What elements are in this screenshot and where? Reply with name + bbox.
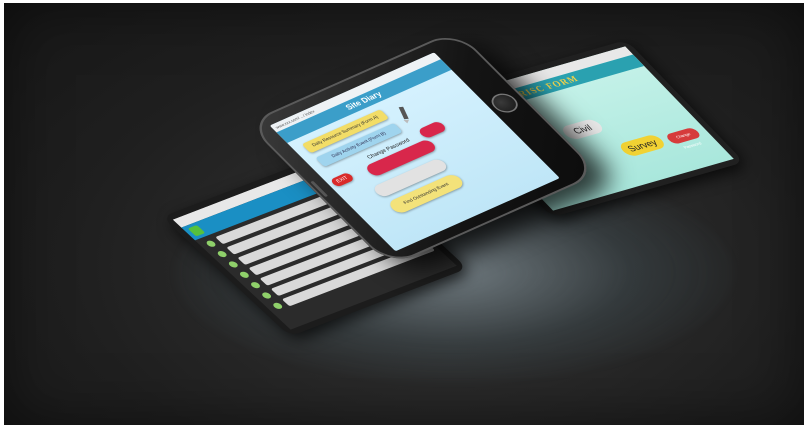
bullet-icon — [215, 250, 229, 259]
bullet-icon — [260, 291, 273, 300]
civil-button: Civil — [558, 117, 607, 141]
survey-button: Survey — [616, 133, 668, 158]
bullet-icon — [271, 301, 284, 310]
pencil-icon — [398, 106, 410, 124]
bullet-icon — [249, 281, 262, 290]
exit-button: EXIT — [329, 171, 356, 188]
photo-scene: RISC FORM DAM Civil Survey Change Passwo… — [4, 3, 804, 425]
bullet-icon — [204, 239, 218, 248]
bullet-icon — [227, 260, 240, 269]
checkmark-icon — [187, 224, 206, 237]
bullet-icon — [238, 270, 251, 279]
red-small-button — [416, 120, 448, 140]
change-password-button: Change Password — [664, 126, 703, 150]
